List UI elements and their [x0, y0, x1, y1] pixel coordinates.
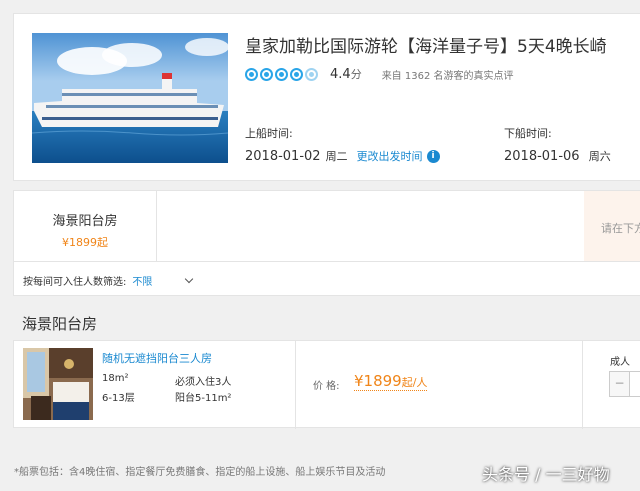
boarding-label: 上船时间:	[245, 127, 293, 140]
review-count[interactable]: 来自 1362 名游客的真实点评	[382, 67, 514, 82]
room-tab-ocean-balcony[interactable]: 海景阳台房 ¥1899起	[14, 191, 157, 261]
room-occupancy: 必须入住3人	[175, 377, 232, 388]
adult-quantity-stepper: −	[609, 371, 640, 397]
rating-full-icon	[275, 67, 288, 81]
room-type-panel: 海景阳台房 ¥1899起 请在下方 按每间可入住人数筛选: 不限	[13, 190, 640, 296]
filter-dropdown[interactable]: 不限	[132, 273, 152, 288]
room-tab-price: ¥1899起	[62, 236, 108, 249]
rating-half-icon	[305, 67, 318, 81]
cruise-title: 皇家加勒比国际游轮【海洋量子号】5天4晚长崎	[245, 37, 607, 57]
divider	[14, 261, 640, 262]
alighting-date: 2018-01-06	[504, 149, 580, 164]
rating-row: 4.4分 来自 1362 名游客的真实点评	[245, 66, 514, 82]
rating-icons	[245, 67, 320, 81]
decrease-button[interactable]: −	[610, 372, 630, 396]
price-label: 价 格:	[313, 381, 340, 392]
divider	[295, 341, 296, 429]
cruise-info-card: 皇家加勒比国际游轮【海洋量子号】5天4晚长崎 4.4分 来自 1362 名游客的…	[13, 13, 640, 181]
watermark: 头条号 / 一三好物	[482, 465, 610, 484]
change-departure-link[interactable]: 更改出发时间	[357, 148, 423, 164]
divider	[582, 341, 583, 429]
room-area: 18m²	[102, 373, 129, 384]
room-tab-name: 海景阳台房	[52, 214, 118, 229]
chevron-down-icon[interactable]	[185, 274, 194, 284]
selection-notice: 请在下方	[584, 191, 640, 261]
alighting-label: 下船时间:	[504, 127, 552, 140]
rating-full-icon	[290, 67, 303, 81]
alighting-date-row: 2018-01-06 周六	[504, 148, 611, 164]
rating-score: 4.4分	[330, 67, 362, 82]
alighting-weekday: 周六	[588, 150, 611, 163]
room-name-link[interactable]: 随机无遮挡阳台三人房	[102, 350, 212, 366]
boarding-date-row: 2018-01-02 周二 更改出发时间 i	[245, 148, 440, 164]
room-option-row: 随机无遮挡阳台三人房 18m² 6-13层 必须入住3人 阳台5-11m² 价 …	[13, 340, 640, 429]
info-icon[interactable]: i	[426, 149, 440, 163]
room-photo[interactable]	[23, 348, 93, 420]
room-balcony: 阳台5-11m²	[175, 393, 232, 404]
boarding-weekday: 周二	[325, 150, 348, 163]
ticket-includes-note: *船票包括：含4晚住宿、指定餐厅免费膳食、指定的船上设施、船上娱乐节目及活动	[14, 467, 386, 478]
section-title: 海景阳台房	[22, 315, 98, 333]
rating-full-icon	[245, 67, 258, 81]
boarding-date: 2018-01-02	[245, 148, 321, 164]
cruise-ship-image[interactable]	[32, 33, 228, 163]
room-floor: 6-13层	[102, 393, 135, 404]
adult-label: 成人	[610, 357, 630, 368]
occupancy-filter: 按每间可入住人数筛选: 不限	[23, 273, 194, 288]
filter-label: 按每间可入住人数筛选:	[23, 277, 127, 288]
rating-full-icon	[260, 67, 273, 81]
room-price: ¥1899起/人	[354, 372, 428, 391]
